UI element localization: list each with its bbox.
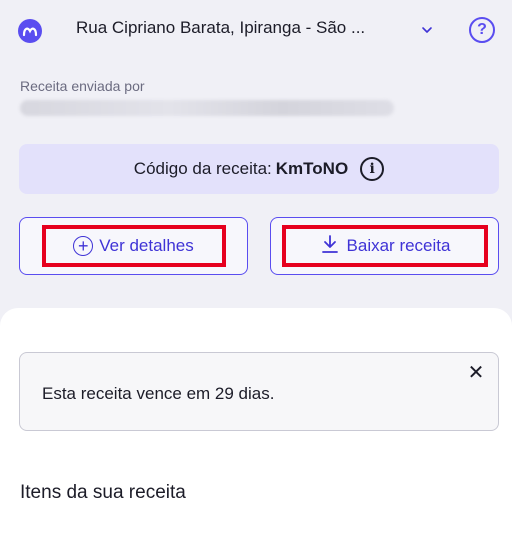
download-prescription-highlight[interactable]: Baixar receita (281, 225, 488, 267)
close-icon[interactable]: ✕ (466, 362, 486, 384)
view-details-label: Ver detalhes (99, 236, 194, 255)
info-icon[interactable]: i (360, 157, 385, 181)
prescription-code-label: Código da receita: (133, 159, 272, 178)
download-prescription-label: Baixar receita (346, 236, 451, 255)
delivery-address[interactable]: Rua Cipriano Barata, Ipiranga - São ... (76, 18, 365, 38)
download-icon (319, 233, 341, 260)
help-icon[interactable]: ? (469, 17, 495, 43)
expiry-notice-text: Esta receita vence em 29 dias. (42, 384, 275, 403)
prescription-code-box: Código da receita: KmToNO i (19, 144, 499, 194)
brand-logo-icon (18, 19, 42, 43)
top-bar: Rua Cipriano Barata, Ipiranga - São ... … (0, 0, 512, 62)
chevron-down-icon[interactable] (419, 22, 435, 38)
expiry-notice: Esta receita vence em 29 dias. ✕ (19, 352, 499, 431)
view-details-button[interactable]: + Ver detalhes (19, 217, 248, 275)
redacted-sender-name (20, 100, 394, 116)
plus-circle-icon: + (73, 236, 94, 256)
view-details-highlight[interactable]: + Ver detalhes (41, 225, 226, 267)
prescription-code-value: KmToNO (275, 159, 349, 178)
download-prescription-button[interactable]: Baixar receita (270, 217, 499, 275)
sent-by-label: Receita enviada por (20, 78, 145, 94)
items-section-title: Itens da sua receita (20, 482, 186, 503)
